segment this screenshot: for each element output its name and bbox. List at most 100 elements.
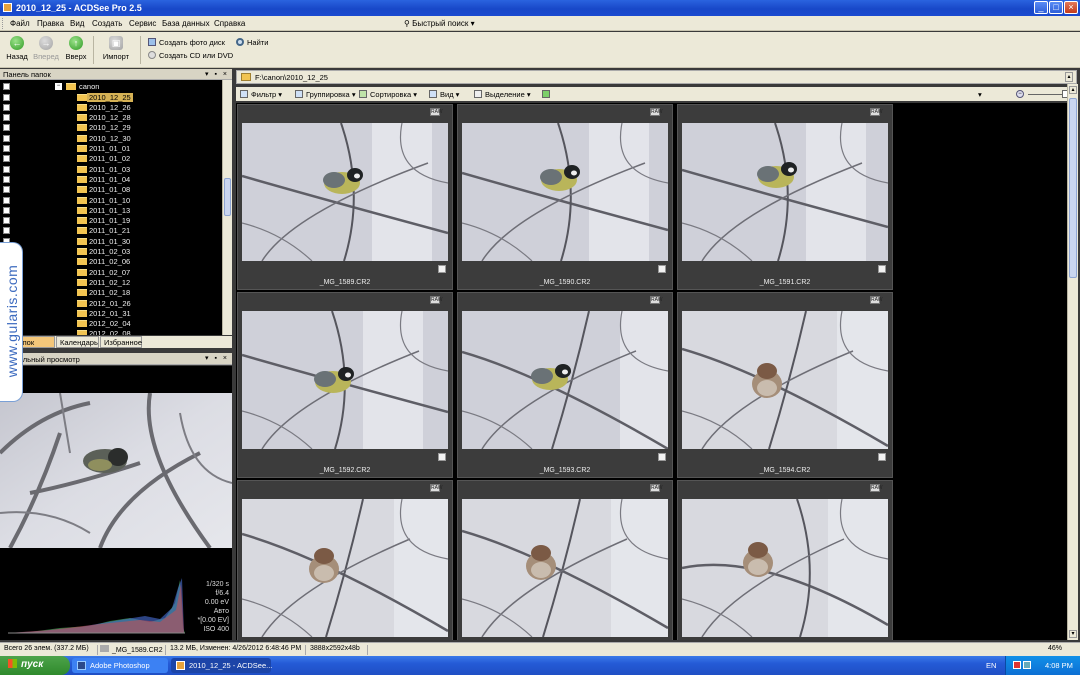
tree-folder-row[interactable]: 2012_01_26	[0, 299, 220, 309]
select-checkbox[interactable]	[658, 265, 666, 273]
scroll-up-button[interactable]: ▴	[1069, 86, 1077, 94]
folder-tree-scrollbar[interactable]	[222, 80, 232, 335]
task-photoshop[interactable]: Adobe Photoshop	[72, 658, 168, 673]
tree-folder-row[interactable]: 2011_01_13	[0, 206, 220, 216]
select-checkbox[interactable]	[878, 265, 886, 273]
menu-file[interactable]: Файл	[10, 19, 30, 28]
select-button[interactable]: Выделение ▾	[474, 90, 531, 99]
forward-button[interactable]: → Вперед	[33, 36, 59, 61]
toolbar-overflow[interactable]: ▾	[978, 90, 982, 99]
language-indicator[interactable]: EN	[986, 661, 996, 670]
network-icon[interactable]	[1023, 661, 1031, 669]
checkbox[interactable]	[3, 217, 10, 225]
tree-folder-row[interactable]: 2011_01_30	[0, 237, 220, 247]
close-button[interactable]: ×	[1064, 1, 1078, 14]
tree-folder-row[interactable]: 2011_02_07	[0, 268, 220, 278]
menu-tools[interactable]: Сервис	[129, 19, 156, 28]
tree-folder-row[interactable]: 2010_12_30	[0, 134, 220, 144]
select-checkbox[interactable]	[438, 265, 446, 273]
select-checkbox[interactable]	[878, 453, 886, 461]
thumbnail-item[interactable]: RAW	[237, 480, 453, 640]
panel-controls[interactable]: ▾ ▪ ×	[205, 354, 229, 362]
maximize-button[interactable]: □	[1049, 1, 1063, 14]
thumbnail-item[interactable]: RAW _MG_1592.CR2	[237, 292, 453, 478]
checkbox[interactable]	[3, 175, 10, 183]
tree-folder-row[interactable]: 2011_01_19	[0, 216, 220, 226]
tree-folder-row[interactable]: 2011_02_06	[0, 257, 220, 267]
checkbox[interactable]	[3, 93, 10, 101]
panel-controls[interactable]: ▾ ▪ ×	[205, 70, 229, 78]
create-cd-dvd-button[interactable]: Создать CD или DVD	[148, 51, 233, 60]
folder-tree[interactable]: − canon 2010_12_25 2010_12_26 2010_12_28 20…	[0, 80, 232, 335]
tab-calendar[interactable]: Календарь	[56, 336, 99, 348]
quick-search-button[interactable]: ⚲ Быстрый поиск ▾	[404, 19, 475, 28]
tree-folder-row[interactable]: 2010_12_25	[0, 92, 220, 103]
back-button[interactable]: ← Назад	[4, 36, 30, 61]
tree-folder-row[interactable]: 2011_02_18	[0, 288, 220, 298]
up-button[interactable]: ↑ Вверх	[63, 36, 89, 61]
scroll-thumb[interactable]	[1069, 98, 1077, 278]
security-icon[interactable]	[1013, 661, 1021, 669]
checkbox[interactable]	[3, 196, 10, 204]
clock[interactable]: 4:08 PM	[1045, 661, 1073, 670]
tree-folder-row[interactable]: 2010_12_26	[0, 103, 220, 113]
menu-help[interactable]: Справка	[214, 19, 245, 28]
menu-view[interactable]: Вид	[70, 19, 84, 28]
tree-folder-row[interactable]: 2011_01_04	[0, 175, 220, 185]
thumbnail-item[interactable]: RAW	[677, 480, 893, 640]
menu-create[interactable]: Создать	[92, 19, 122, 28]
tree-folder-row[interactable]: 2011_01_03	[0, 165, 220, 175]
tree-folder-row[interactable]: 2012_01_31	[0, 309, 220, 319]
tree-folder-row[interactable]: 2010_12_28	[0, 113, 220, 123]
import-button[interactable]: ▣ Импорт	[100, 36, 132, 61]
tree-folder-row[interactable]: 2011_01_08	[0, 185, 220, 195]
select-checkbox[interactable]	[438, 453, 446, 461]
checkbox[interactable]	[3, 124, 10, 132]
tree-folder-row[interactable]: 2012_02_08	[0, 329, 220, 335]
tree-folder-row[interactable]: 2011_01_10	[0, 196, 220, 206]
checkmark-button[interactable]	[542, 90, 553, 99]
filter-button[interactable]: Фильтр ▾	[240, 90, 282, 99]
path-bar[interactable]: F:\canon\2010_12_25 ▴	[236, 70, 1077, 84]
checkbox[interactable]	[3, 114, 10, 122]
checkbox[interactable]	[3, 103, 10, 111]
tree-folder-row[interactable]: 2011_02_03	[0, 247, 220, 257]
tree-folder-row[interactable]: 2011_01_02	[0, 154, 220, 164]
group-button[interactable]: Группировка ▾	[295, 90, 356, 99]
minimize-button[interactable]: _	[1034, 1, 1048, 14]
task-acdsee[interactable]: 2010_12_25 - ACDSee...	[171, 658, 272, 673]
thumbnail-item[interactable]: RAW _MG_1593.CR2	[457, 292, 673, 478]
start-button[interactable]: пуск	[0, 656, 70, 675]
tab-favorites[interactable]: Избранное	[100, 336, 142, 348]
find-button[interactable]: Найти	[236, 38, 268, 47]
view-button[interactable]: Вид ▾	[429, 90, 459, 99]
thumbnail-item[interactable]: RAW _MG_1590.CR2	[457, 104, 673, 290]
tree-root-row[interactable]: − canon	[0, 82, 220, 92]
grid-scrollbar[interactable]: ▴ ▾	[1067, 84, 1078, 640]
create-photo-disc-button[interactable]: Создать фото диск	[148, 38, 225, 47]
checkbox[interactable]	[3, 145, 10, 152]
thumbnail-item[interactable]: RAW _MG_1589.CR2	[237, 104, 453, 290]
path-scroll-up[interactable]: ▴	[1065, 72, 1073, 82]
thumbnail-item[interactable]: RAW _MG_1594.CR2	[677, 292, 893, 478]
checkbox[interactable]	[3, 83, 10, 90]
collapse-icon[interactable]: −	[55, 83, 62, 90]
tree-folder-row[interactable]: 2011_01_01	[0, 144, 220, 154]
checkbox[interactable]	[3, 227, 10, 235]
scroll-thumb[interactable]	[224, 178, 231, 216]
select-checkbox[interactable]	[658, 453, 666, 461]
checkbox[interactable]	[3, 134, 10, 142]
checkbox[interactable]	[3, 206, 10, 214]
checkbox[interactable]	[3, 165, 10, 173]
zoom-out-icon[interactable]: −	[1016, 90, 1024, 98]
checkbox[interactable]	[3, 186, 10, 194]
thumbnail-grid[interactable]: RAW _MG_1589.CR2 RAW _MG_1590.CR2 RAW _MG_159…	[236, 103, 1067, 640]
tree-folder-row[interactable]: 2012_02_04	[0, 319, 220, 329]
tree-folder-row[interactable]: 2011_01_21	[0, 226, 220, 236]
scroll-down-button[interactable]: ▾	[1069, 630, 1077, 638]
thumbnail-item[interactable]: RAW	[457, 480, 673, 640]
menu-database[interactable]: База данных	[162, 19, 210, 28]
checkbox[interactable]	[3, 155, 10, 163]
menu-edit[interactable]: Правка	[37, 19, 64, 28]
thumbnail-item[interactable]: RAW _MG_1591.CR2	[677, 104, 893, 290]
